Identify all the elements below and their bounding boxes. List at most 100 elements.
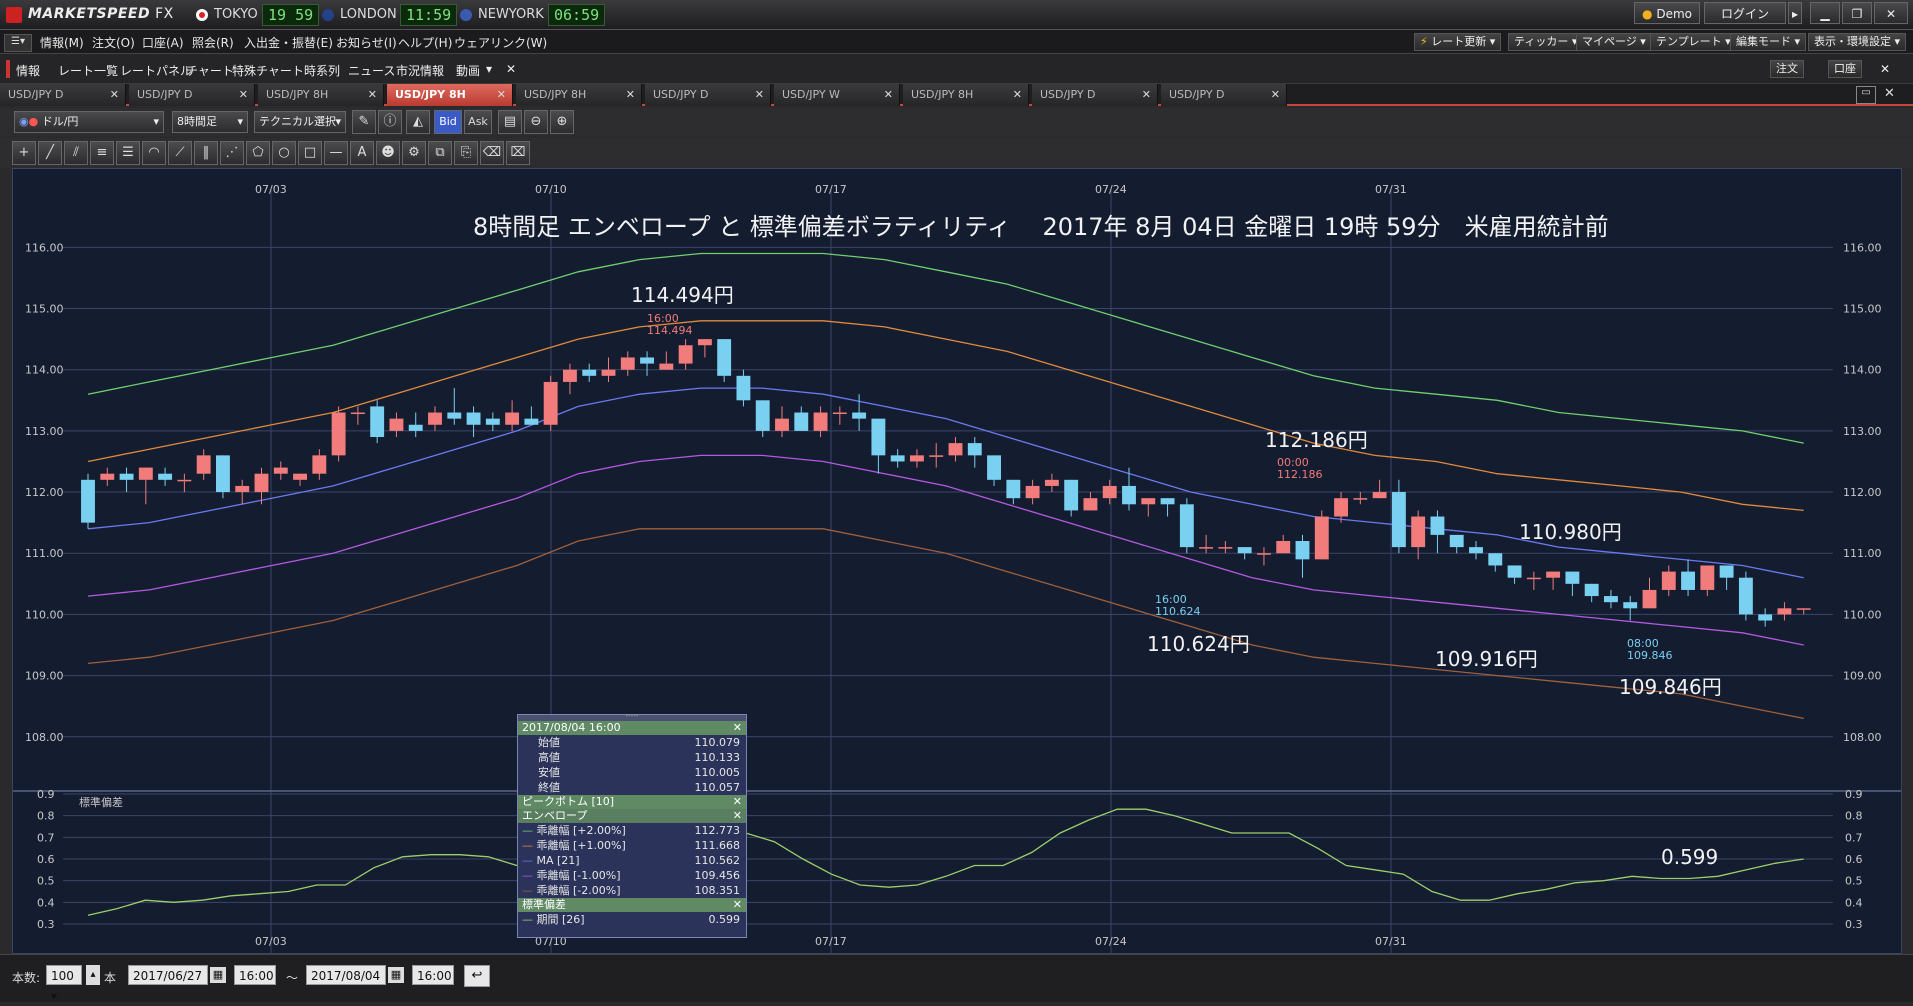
func-market-info[interactable]: 市況情報 bbox=[396, 62, 444, 79]
tab-close-icon[interactable]: ✕ bbox=[884, 84, 893, 106]
text-icon[interactable]: A bbox=[350, 141, 374, 165]
calendar-icon[interactable]: ▦ bbox=[388, 967, 404, 983]
to-time-field[interactable]: 16:00 bbox=[412, 965, 454, 985]
tab-close-icon[interactable]: ✕ bbox=[110, 84, 119, 106]
login-arrow-button[interactable]: ▸ bbox=[1788, 2, 1802, 24]
interval-select[interactable]: 8時間足 ▾ bbox=[172, 111, 248, 133]
display-settings-button[interactable]: 表示・環境設定 ▾ bbox=[1808, 33, 1907, 51]
fan-lines-icon[interactable]: ⟋ bbox=[168, 141, 192, 165]
func-right-close-icon[interactable]: ✕ bbox=[1880, 62, 1890, 76]
fibonacci-arc-icon[interactable]: ◠ bbox=[142, 141, 166, 165]
zoom-in-icon[interactable]: ⊕ bbox=[550, 110, 574, 134]
close-icon[interactable]: ✕ bbox=[733, 795, 742, 809]
chart-style-icon[interactable]: ▤ bbox=[498, 110, 522, 134]
zoom-out-icon[interactable]: ⊖ bbox=[524, 110, 548, 134]
tab-chart-3[interactable]: USD/JPY 8H ✕ bbox=[387, 84, 513, 106]
settings-icon[interactable]: ⚙ bbox=[402, 141, 426, 165]
trendline-icon[interactable]: ╱ bbox=[38, 141, 62, 165]
tab-chart-4[interactable]: USD/JPY 8H ✕ bbox=[516, 84, 642, 106]
calendar-icon[interactable]: ▦ bbox=[210, 967, 226, 983]
tab-chart-5[interactable]: USD/JPY D ✕ bbox=[645, 84, 771, 106]
reload-icon[interactable]: ↩ bbox=[464, 965, 490, 987]
tab-close-icon[interactable]: ✕ bbox=[239, 84, 248, 106]
menu-wearlink[interactable]: ウェアリンク(W) bbox=[454, 34, 547, 51]
tab-close-icon[interactable]: ✕ bbox=[755, 84, 764, 106]
menu-deposit[interactable]: 入出金・振替(E) bbox=[244, 34, 333, 51]
technical-select[interactable]: テクニカル選択 ▾ bbox=[254, 111, 346, 133]
tab-chart-0[interactable]: USD/JPY D ✕ bbox=[0, 84, 126, 106]
icon-stamp-icon[interactable]: ☻ bbox=[376, 141, 400, 165]
circle-icon[interactable]: ○ bbox=[272, 141, 296, 165]
func-rate-panel[interactable]: レートパネル bbox=[120, 62, 192, 79]
close-icon[interactable]: ✕ bbox=[733, 809, 742, 823]
count-up-icon[interactable]: ▴ bbox=[86, 965, 100, 985]
tab-close-icon[interactable]: ✕ bbox=[497, 84, 506, 106]
close-window-button[interactable]: ✕ bbox=[1874, 2, 1908, 24]
rectangle-icon[interactable]: □ bbox=[298, 141, 322, 165]
func-dropdown-icon[interactable]: ▾ bbox=[486, 62, 492, 76]
tab-maximize-icon[interactable]: ▭ bbox=[1856, 86, 1876, 104]
order-button[interactable]: 注文 bbox=[1770, 60, 1804, 78]
paste-icon[interactable]: ⎘ bbox=[454, 141, 478, 165]
tab-chart-9[interactable]: USD/JPY D ✕ bbox=[1161, 84, 1287, 106]
copy-icon[interactable]: ⧉ bbox=[428, 141, 452, 165]
tab-chart-6[interactable]: USD/JPY W ✕ bbox=[774, 84, 900, 106]
tab-close-icon[interactable]: ✕ bbox=[1013, 84, 1022, 106]
from-time-field[interactable]: 16:00 bbox=[234, 965, 276, 985]
menu-notice[interactable]: お知らせ(I) bbox=[336, 34, 397, 51]
func-chart[interactable]: チャート bbox=[186, 62, 234, 79]
chart-area[interactable]: 116.00 116.00 115.00 115.00 114.00 114.00 113.… bbox=[12, 168, 1902, 954]
tab-close-all-icon[interactable]: ✕ bbox=[1884, 86, 1895, 101]
eraser-icon[interactable]: ⌫ bbox=[480, 141, 504, 165]
pen-icon[interactable]: ✎ bbox=[352, 110, 376, 134]
tab-chart-1[interactable]: USD/JPY D ✕ bbox=[129, 84, 255, 106]
menu-inquiry[interactable]: 照会(R) bbox=[192, 34, 234, 51]
account-button[interactable]: 口座 bbox=[1828, 60, 1862, 78]
maximize-button[interactable]: ❐ bbox=[1842, 2, 1872, 24]
ticker-button[interactable]: ティッカー ▾ bbox=[1508, 33, 1584, 51]
tab-chart-8[interactable]: USD/JPY D ✕ bbox=[1032, 84, 1158, 106]
edit-mode-button[interactable]: 編集モード ▾ bbox=[1730, 33, 1807, 51]
func-timeseries[interactable]: 時系列 bbox=[304, 62, 340, 79]
menu-info[interactable]: 情報(M) bbox=[40, 34, 84, 51]
ask-button[interactable]: Ask bbox=[464, 110, 492, 134]
rate-update-button[interactable]: ⚡ レート更新 ▾ bbox=[1414, 33, 1502, 51]
horizontal-lines-icon[interactable]: ☰ bbox=[116, 141, 140, 165]
login-button[interactable]: ログイン bbox=[1704, 2, 1786, 24]
func-special-chart[interactable]: 特殊チャート bbox=[232, 62, 304, 79]
template-button[interactable]: テンプレート ▾ bbox=[1650, 33, 1737, 51]
menu-account[interactable]: 口座(A) bbox=[142, 34, 184, 51]
tab-close-icon[interactable]: ✕ bbox=[1271, 84, 1280, 106]
price-chart[interactable]: 116.00 116.00 115.00 115.00 114.00 114.00 113.… bbox=[13, 169, 1901, 953]
tab-close-icon[interactable]: ✕ bbox=[1142, 84, 1151, 106]
data-window[interactable]: '''''''' 2017/08/04 16:00 ✕ 始値 110.079 高値 1… bbox=[517, 714, 747, 938]
minimize-button[interactable]: ▁ bbox=[1810, 2, 1840, 24]
pentagon-icon[interactable]: ⬠ bbox=[246, 141, 270, 165]
count-select[interactable]: 100 ▾ bbox=[46, 965, 82, 1003]
vertical-lines-icon[interactable]: ‖ bbox=[194, 141, 218, 165]
tab-close-icon[interactable]: ✕ bbox=[368, 84, 377, 106]
menu-order[interactable]: 注文(O) bbox=[92, 34, 135, 51]
mypage-button[interactable]: マイページ ▾ bbox=[1576, 33, 1652, 51]
menu-help[interactable]: ヘルプ(H) bbox=[398, 34, 452, 51]
func-video[interactable]: 動画 bbox=[456, 62, 480, 79]
demo-button[interactable]: ● Demo bbox=[1634, 2, 1700, 24]
tab-close-icon[interactable]: ✕ bbox=[626, 84, 635, 106]
window-menu-icon[interactable]: ☰▾ bbox=[4, 34, 32, 52]
to-date-field[interactable]: 2017/08/04 bbox=[306, 965, 386, 985]
bid-button[interactable]: Bid bbox=[434, 110, 462, 134]
close-icon[interactable]: ✕ bbox=[733, 898, 742, 912]
parallel-lines-icon[interactable]: ≡ bbox=[90, 141, 114, 165]
func-news[interactable]: ニュース bbox=[348, 62, 395, 79]
erase-all-icon[interactable]: ⌧ bbox=[506, 141, 530, 165]
info-icon[interactable]: ⓘ bbox=[378, 110, 402, 134]
currency-pair-select[interactable]: ◉● ドル/円 ▾ bbox=[14, 111, 164, 133]
ray-line-icon[interactable]: ⫽ bbox=[64, 141, 88, 165]
area-chart-icon[interactable]: ◭ bbox=[406, 110, 430, 134]
func-close-icon[interactable]: ✕ bbox=[506, 62, 516, 76]
func-info[interactable]: 情報 bbox=[16, 62, 40, 79]
from-date-field[interactable]: 2017/06/27 bbox=[128, 965, 208, 985]
tab-chart-2[interactable]: USD/JPY 8H ✕ bbox=[258, 84, 384, 106]
hline-icon[interactable]: — bbox=[324, 141, 348, 165]
close-icon[interactable]: ✕ bbox=[733, 721, 742, 735]
